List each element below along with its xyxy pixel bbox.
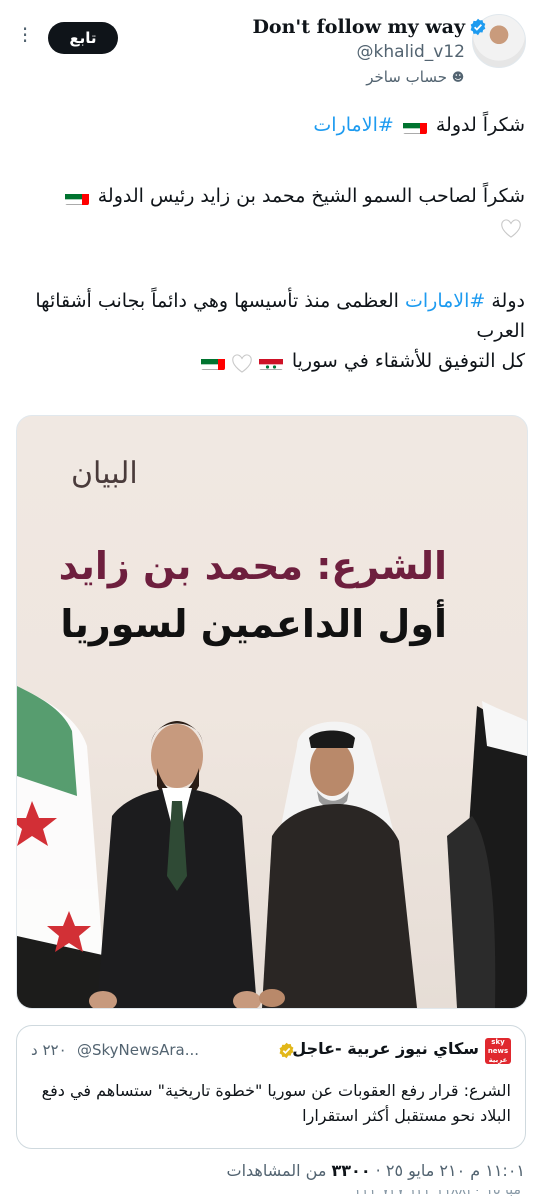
verified-badge-icon — [470, 18, 486, 36]
uae-flag-backdrop — [447, 701, 527, 1008]
gold-verified-icon — [279, 1042, 294, 1059]
photo-illustration — [17, 686, 527, 1008]
tweet-text-p1: شكراً لدولة — [435, 114, 525, 136]
uae-flag-icon — [64, 189, 89, 205]
views-count: ٣٣٠٠ — [331, 1161, 371, 1180]
tweet-timestamp[interactable]: ١١:٠١ م ٢١٠ مايو ٢٥ · — [376, 1161, 525, 1180]
person-emirati-attire — [259, 721, 417, 1008]
more-vertical-icon[interactable]: · · · — [20, 19, 30, 51]
hashtag-emirates-2[interactable]: #الامارات — [405, 290, 485, 312]
quoted-tweet[interactable]: sky news عربية سكاي نيوز عربية -عاجل @Sk… — [16, 1025, 526, 1149]
quoted-time: ٢٢٠ د — [31, 1041, 67, 1059]
tweet-text-p3-prefix: دولة — [491, 290, 525, 312]
tweet-paragraph-3: دولة #الامارات العظمى منذ تأسيسها وهي دا… — [16, 286, 525, 376]
parody-label-row: ☻ حساب ساخر — [366, 68, 465, 86]
tweet-paragraph-2: شكراً لصاحب السمو الشيخ محمد بن زايد رئي… — [16, 181, 525, 241]
hashtag-emirates[interactable]: #الامارات — [313, 114, 393, 136]
cutoff-text: مبا ١٥ ١١٨٨٣٠ ١٢٣ ٧٢٧ ٢٢٣ — [354, 1190, 521, 1198]
theater-mask-icon: ☻ — [451, 70, 465, 84]
follow-button[interactable]: تابع — [48, 22, 118, 54]
handle[interactable]: @khalid_v12 — [357, 42, 465, 62]
views-label: من المشاهدات — [226, 1161, 327, 1180]
uae-flag-icon — [402, 118, 427, 134]
display-name[interactable]: Don't follow my way — [252, 16, 465, 38]
sky-news-logo: sky news عربية — [485, 1038, 511, 1064]
quoted-handle[interactable]: @SkyNewsAra... — [77, 1041, 199, 1059]
tweet-text-p2: شكراً لصاحب السمو الشيخ محمد بن زايد رئي… — [97, 185, 525, 207]
uae-flag-icon — [200, 354, 225, 370]
white-heart-icon — [500, 217, 522, 238]
quoted-display-name[interactable]: سكاي نيوز عربية -عاجل — [292, 1039, 479, 1058]
tweet-media-image[interactable]: البيان الشرع: محمد بن زايد أول الداعمين … — [16, 415, 528, 1009]
cutoff-row: مبا ١٥ ١١٨٨٣٠ ١٢٣ ٧٢٧ ٢٢٣ — [0, 1190, 541, 1199]
syria-flag-icon — [258, 354, 283, 370]
person-suit — [89, 721, 261, 1008]
tweet-paragraph-1: شكراً لدولة #الامارات — [16, 110, 525, 140]
white-heart-icon — [231, 352, 253, 373]
syria-revolution-flag — [17, 686, 109, 1008]
quoted-text: الشرع: قرار رفع العقوبات عن سوريا "خطوة … — [41, 1081, 511, 1125]
parody-label: حساب ساخر — [366, 68, 447, 86]
tweet-metadata: ١١:٠١ م ٢١٠ مايو ٢٥ · ٣٣٠٠ من المشاهدات — [227, 1161, 525, 1180]
tweet-text-p4: كل التوفيق للأشقاء في سوريا — [291, 350, 525, 372]
